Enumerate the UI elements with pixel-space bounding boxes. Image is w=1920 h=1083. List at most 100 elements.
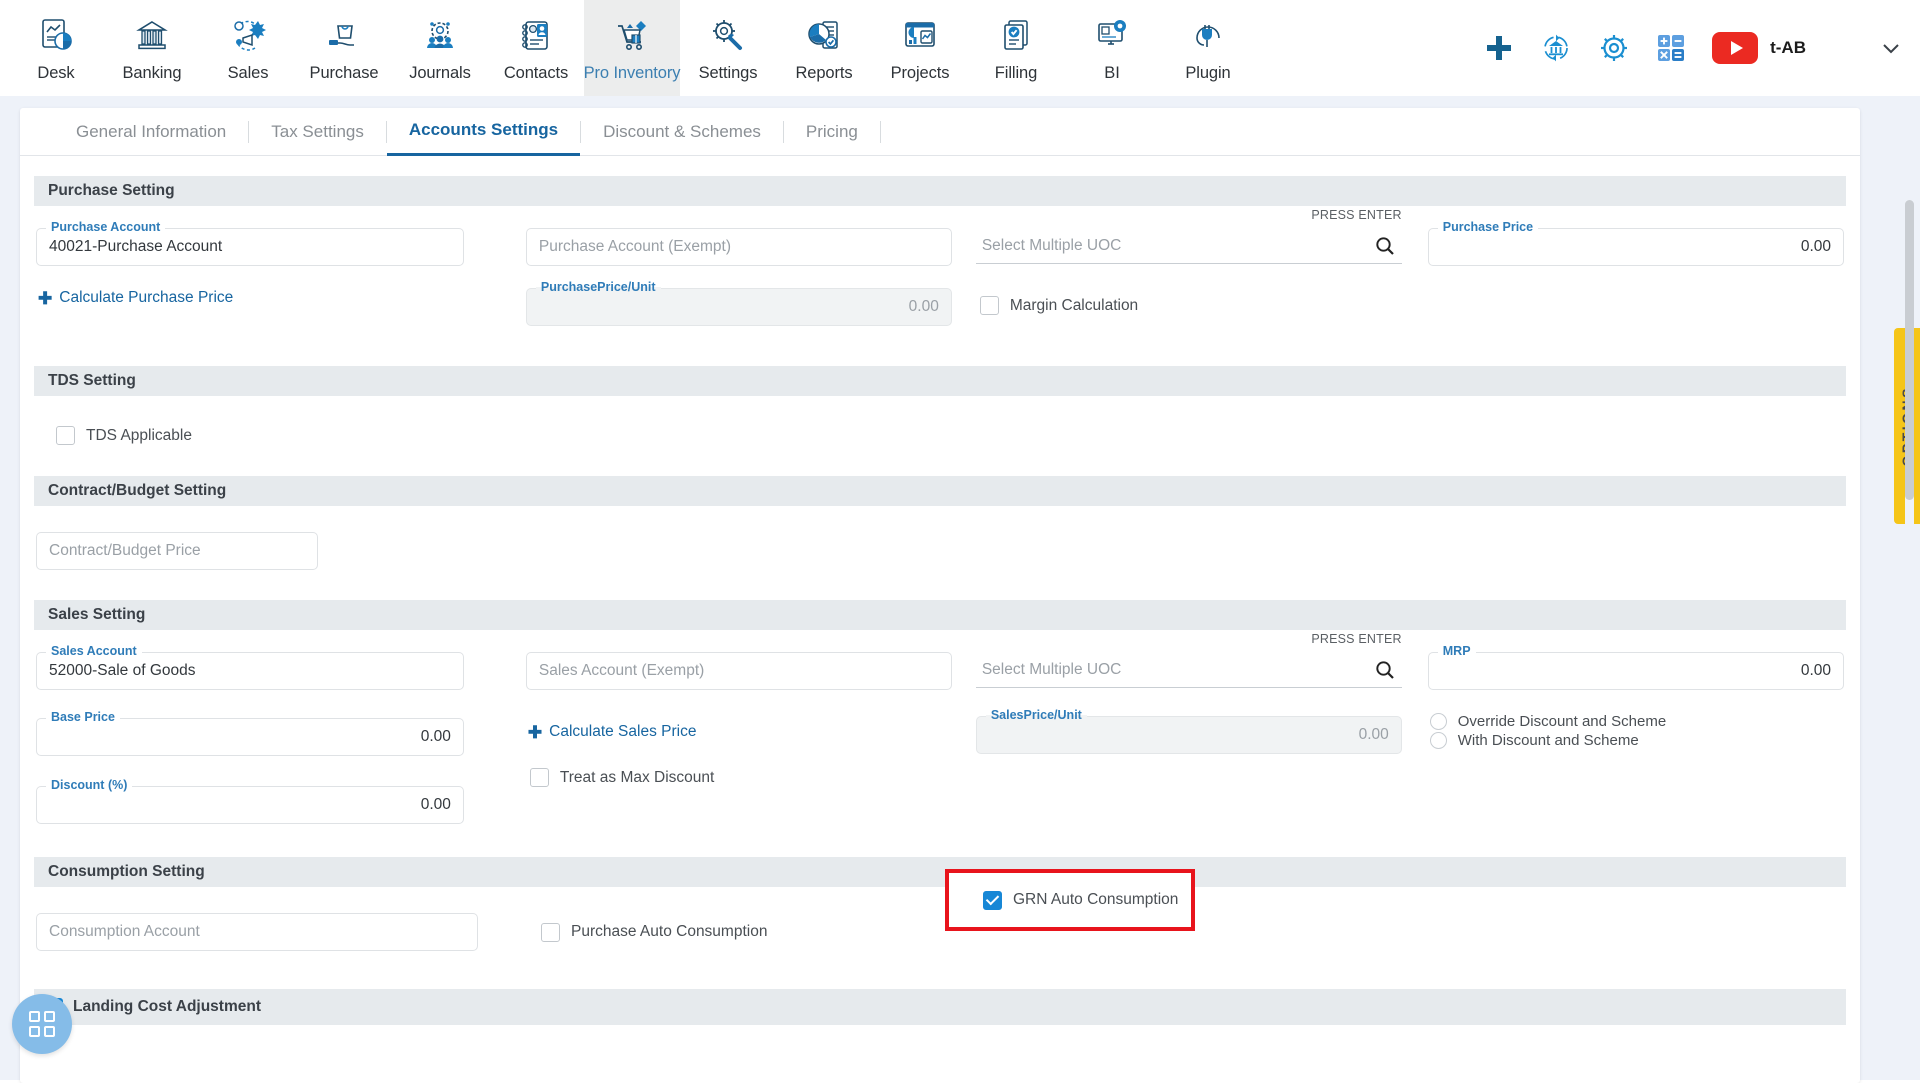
tab-label: Tax Settings [271,122,364,142]
discount-percent-value: 0.00 [421,796,451,814]
radio-button[interactable] [1430,732,1447,749]
base-price-label: Base Price [46,710,120,724]
grn-auto-consumption-checkbox[interactable] [983,891,1002,910]
tab-label: General Information [76,122,226,142]
nav-item-label: Filling [995,64,1037,83]
treat-as-max-discount-checkbox-row[interactable]: Treat as Max Discount [530,768,952,787]
press-enter-hint: PRESS ENTER [1311,208,1401,222]
accounts-settings-card: General Information Tax Settings Account… [20,108,1860,1083]
purchase-account-field[interactable]: Purchase Account 40021-Purchase Account [36,228,464,266]
nav-item-plugin[interactable]: Plugin [1160,0,1256,96]
radio-with-discount-and-scheme[interactable]: With Discount and Scheme [1430,732,1844,749]
section-title: Contract/Budget Setting [48,482,226,500]
sales-account-exempt-field[interactable]: Sales Account (Exempt) [526,652,952,690]
nav-item-banking[interactable]: Banking [104,0,200,96]
sales-account-field[interactable]: Sales Account 52000-Sale of Goods [36,652,464,690]
discount-percent-field[interactable]: Discount (%) 0.00 [36,786,464,824]
nav-item-label: Banking [123,64,182,83]
section-header-contract-budget-setting: Contract/Budget Setting [34,476,1846,506]
gear-icon[interactable] [1598,32,1630,64]
top-navigation-bar: Desk Banking Sales Purchase Journals [0,0,1920,96]
tab-label: Accounts Settings [409,120,558,140]
calculate-purchase-price-button[interactable]: ✚ Calculate Purchase Price [38,289,464,307]
margin-calculation-checkbox[interactable] [980,296,999,315]
nav-item-bi[interactable]: BI [1064,0,1160,96]
purchase-account-exempt-field[interactable]: Purchase Account (Exempt) [526,228,952,266]
search-icon[interactable] [1374,659,1396,681]
settings-gear-wrench-icon [708,14,748,58]
nav-item-contacts[interactable]: Contacts [488,0,584,96]
scrollbar-thumb[interactable] [1905,200,1914,500]
sales-uoc-placeholder: Select Multiple UOC [982,661,1122,679]
nav-item-desk[interactable]: Desk [8,0,104,96]
nav-item-label: Projects [891,64,950,83]
base-price-field[interactable]: Base Price 0.00 [36,718,464,756]
plus-icon: ✚ [38,290,52,307]
mrp-value: 0.00 [1801,662,1831,680]
tds-applicable-checkbox[interactable] [56,426,75,445]
purchase-account-value: 40021-Purchase Account [49,238,222,256]
section-title: Consumption Setting [48,863,205,881]
grn-auto-consumption-label: GRN Auto Consumption [1013,891,1178,909]
refresh-bank-icon[interactable] [1540,32,1572,64]
tab-pricing[interactable]: Pricing [784,108,880,156]
tab-tax-settings[interactable]: Tax Settings [249,108,386,156]
purchase-auto-consumption-checkbox[interactable] [541,923,560,942]
tab-general-information[interactable]: General Information [54,108,248,156]
grn-auto-consumption-checkbox-row[interactable]: GRN Auto Consumption [983,891,1178,910]
bank-building-icon [132,14,172,58]
consumption-account-field[interactable]: Consumption Account [36,913,478,951]
search-icon[interactable] [1374,235,1396,257]
margin-calculation-checkbox-row[interactable]: Margin Calculation [980,296,1402,315]
calculate-sales-price-button[interactable]: ✚ Calculate Sales Price [528,723,952,741]
grn-auto-consumption-highlight: GRN Auto Consumption [945,869,1195,931]
nav-item-projects[interactable]: Projects [872,0,968,96]
apps-grid-button[interactable] [12,994,72,1054]
nav-item-filling[interactable]: Filling [968,0,1064,96]
reports-piechart-icon [804,14,844,58]
section-header-consumption-setting: Consumption Setting [34,857,1846,887]
radio-override-discount-and-scheme[interactable]: Override Discount and Scheme [1430,713,1844,730]
tab-divider [880,121,881,143]
vertical-scrollbar[interactable] [1905,200,1914,1072]
nav-item-label: Journals [409,64,471,83]
purchase-price-unit-field: PurchasePrice/Unit 0.00 [526,288,952,326]
contract-budget-price-field[interactable]: Contract/Budget Price [36,532,318,570]
purchase-price-field[interactable]: Purchase Price 0.00 [1428,228,1844,266]
section-header-purchase-setting: Purchase Setting [34,176,1846,206]
mrp-field[interactable]: MRP 0.00 [1428,652,1844,690]
sales-price-unit-field: SalesPrice/Unit 0.00 [976,716,1402,754]
calculator-icon[interactable] [1656,33,1686,63]
radio-button[interactable] [1430,713,1447,730]
section-title: Purchase Setting [48,182,175,200]
sales-uoc-field[interactable]: PRESS ENTER Select Multiple UOC [976,652,1402,688]
user-label[interactable]: t-AB [1770,38,1806,58]
landing-cost-adjustment-row[interactable]: Landing Cost Adjustment [34,989,1846,1025]
nav-item-reports[interactable]: Reports [776,0,872,96]
section-title: TDS Setting [48,372,136,390]
add-new-icon[interactable] [1484,33,1514,63]
nav-module-list: Desk Banking Sales Purchase Journals [8,0,1256,96]
nav-item-sales[interactable]: Sales [200,0,296,96]
nav-item-purchase[interactable]: Purchase [296,0,392,96]
nav-item-label: Purchase [310,64,379,83]
treat-as-max-discount-checkbox[interactable] [530,768,549,787]
section-title: Sales Setting [48,606,145,624]
radio-label: Override Discount and Scheme [1458,713,1666,730]
nav-item-pro-inventory[interactable]: Pro Inventory [584,0,680,96]
tds-applicable-checkbox-row[interactable]: TDS Applicable [56,426,1860,445]
nav-item-label: Sales [228,64,269,83]
purchase-bag-hand-icon [324,14,364,58]
plus-icon: ✚ [528,724,542,741]
purchase-auto-consumption-checkbox-row[interactable]: Purchase Auto Consumption [541,923,767,942]
purchase-uoc-field[interactable]: PRESS ENTER Select Multiple UOC [976,228,1402,264]
nav-item-label: Desk [37,64,74,83]
youtube-icon[interactable] [1712,32,1758,64]
calculate-sales-price-label: Calculate Sales Price [549,723,696,741]
chevron-down-icon[interactable] [1880,37,1902,59]
tab-accounts-settings[interactable]: Accounts Settings [387,108,580,156]
journals-gear-people-icon [420,14,460,58]
nav-item-journals[interactable]: Journals [392,0,488,96]
tab-discount-and-schemes[interactable]: Discount & Schemes [581,108,783,156]
nav-item-settings[interactable]: Settings [680,0,776,96]
